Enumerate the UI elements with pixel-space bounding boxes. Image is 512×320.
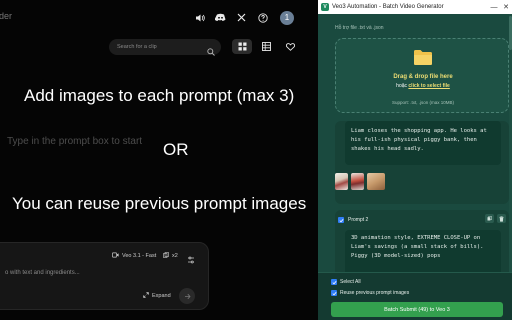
model-label: Veo 3.1 - Fast <box>122 253 157 259</box>
send-button[interactable] <box>179 288 195 304</box>
stack-icon <box>163 252 169 260</box>
prompt-1-textarea[interactable]: Liam closes the shopping app. He looks a… <box>345 121 501 165</box>
reuse-images-option[interactable]: Reuse previous prompt images <box>331 290 409 296</box>
tune-icon[interactable] <box>187 251 195 269</box>
grid-icon <box>238 38 247 56</box>
minimize-icon[interactable]: — <box>488 0 500 14</box>
output-count-label: x2 <box>172 253 178 259</box>
select-all-option[interactable]: Select All <box>331 279 361 285</box>
overlay-line-2: OR <box>163 140 189 159</box>
reference-image-thumb[interactable] <box>367 173 385 190</box>
prompt-2-label: Prompt 2 <box>348 217 369 223</box>
x-icon[interactable] <box>234 10 249 25</box>
batch-footer: Select All Reuse previous prompt images … <box>318 272 512 320</box>
output-count-selector[interactable]: x2 <box>163 252 178 260</box>
reuse-images-label: Reuse previous prompt images <box>340 290 410 296</box>
avatar[interactable]: 1 <box>280 10 294 25</box>
file-dropzone[interactable]: Drag & drop file here hoặc click to sele… <box>335 38 509 113</box>
composer-input-placeholder[interactable]: o with text and ingredients... <box>5 270 80 276</box>
select-all-label: Select All <box>340 279 361 285</box>
search-icon[interactable] <box>207 43 215 61</box>
left-app: der 1 Add images to <box>0 0 318 320</box>
overlay-line-3: You can reuse previous prompt images <box>12 194 307 213</box>
select-file-link[interactable]: click to select file <box>408 83 449 89</box>
folder-icon <box>413 49 433 71</box>
reference-image-thumb[interactable] <box>351 173 364 190</box>
prompt-card-1: Liam closes the shopping app. He looks a… <box>335 121 509 204</box>
dropzone-sub-prefix: hoặc <box>396 83 408 89</box>
list-view-button[interactable] <box>256 39 276 54</box>
expand-icon <box>143 292 149 300</box>
close-icon[interactable]: ✕ <box>500 0 512 14</box>
video-icon <box>112 252 119 260</box>
app-title-fragment: der <box>0 11 13 21</box>
prompt-2-checkbox[interactable] <box>338 217 344 223</box>
prompt-composer: ▾ Veo 3.1 - Fast x2 o with text and ingr… <box>0 242 209 310</box>
expand-label: Expand <box>152 293 171 299</box>
search-input[interactable] <box>117 44 203 50</box>
model-selector[interactable]: Veo 3.1 - Fast <box>112 252 156 260</box>
extension-window: V Veo3 Automation - Batch Video Generato… <box>318 0 512 320</box>
checkbox-checked-icon <box>331 279 337 285</box>
dropzone-subtitle: hoặc click to select file <box>336 83 510 89</box>
prompt-card-2: Prompt 2 3D animation style, EXTREME CLO… <box>335 210 509 280</box>
prompt-1-images <box>335 173 385 190</box>
trash-icon[interactable] <box>497 214 506 223</box>
copy-icon[interactable] <box>485 214 494 223</box>
discord-icon[interactable] <box>213 10 228 25</box>
overlay-line-1: Add images to each prompt (max 3) <box>24 86 295 105</box>
batch-submit-button[interactable]: Batch Submit (49) to Veo 3 <box>331 302 503 317</box>
checkbox-checked-icon <box>331 290 337 296</box>
checkbox-checked-icon <box>338 217 344 223</box>
heart-icon <box>285 38 295 56</box>
list-icon <box>261 38 271 56</box>
favorites-button[interactable] <box>280 39 300 54</box>
dropzone-title: Drag & drop file here <box>393 74 453 80</box>
window-title: Veo3 Automation - Batch Video Generator <box>332 4 444 10</box>
window-titlebar: V Veo3 Automation - Batch Video Generato… <box>318 0 512 14</box>
expand-button[interactable]: Expand <box>143 292 171 300</box>
volume-icon[interactable] <box>192 10 207 25</box>
send-icon <box>184 287 191 305</box>
app-logo-icon: V <box>321 3 329 11</box>
help-icon[interactable] <box>255 10 270 25</box>
search-box <box>109 39 221 56</box>
file-format-hint: Hỗ trợ file .txt và .json <box>335 25 384 31</box>
dropzone-support-text: Support: .txt, .json (max 10MB) <box>391 100 455 105</box>
prompt-2-controls <box>485 214 506 223</box>
prompt-hint: Type in the prompt box to start <box>7 136 143 147</box>
top-icon-bar: 1 <box>192 10 294 25</box>
reference-image-thumb[interactable] <box>335 173 348 190</box>
grid-view-button[interactable] <box>232 39 252 54</box>
